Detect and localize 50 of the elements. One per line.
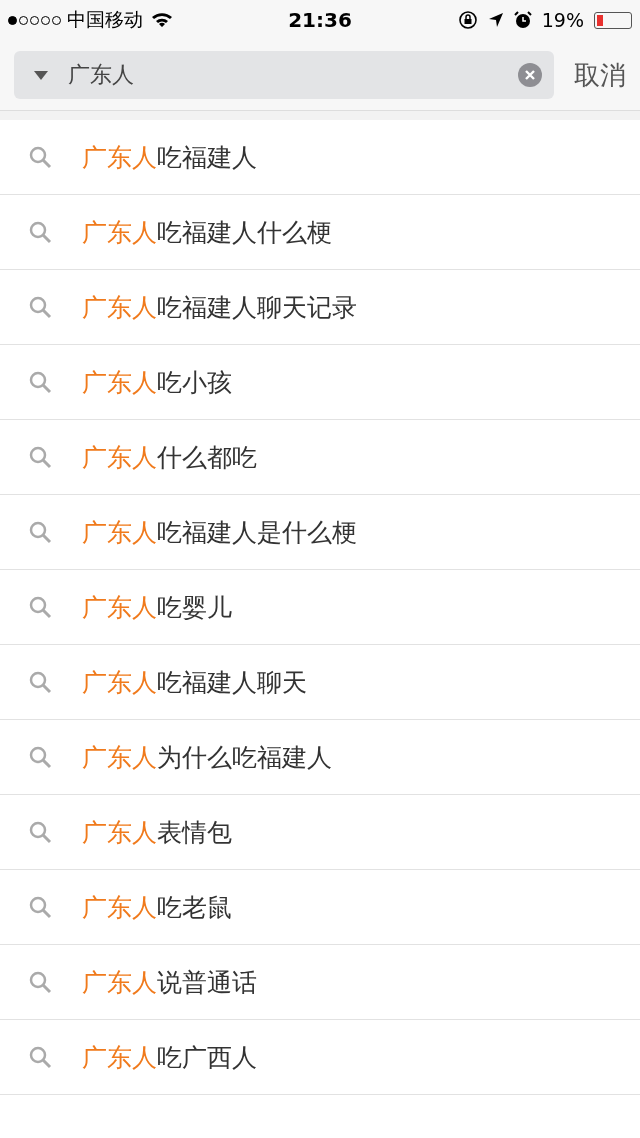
- search-icon: [28, 745, 52, 769]
- search-icon: [28, 520, 52, 544]
- suggestion-item[interactable]: 广东人吃广西人: [0, 1020, 640, 1095]
- clear-icon[interactable]: [518, 63, 542, 87]
- suggestion-text: 广东人吃福建人聊天记录: [82, 291, 357, 324]
- search-icon: [28, 370, 52, 394]
- location-arrow-icon: [487, 12, 504, 28]
- search-icon: [28, 445, 52, 469]
- suggestion-text: 广东人吃婴儿: [82, 591, 232, 624]
- alarm-clock-icon: [513, 11, 532, 29]
- search-icon: [28, 1045, 52, 1069]
- suggestion-item[interactable]: 广东人吃老鼠: [0, 870, 640, 945]
- suggestion-text: 广东人吃广西人: [82, 1041, 257, 1074]
- suggestion-item[interactable]: 广东人吃福建人什么梗: [0, 195, 640, 270]
- suggestion-item[interactable]: 广东人为什么吃福建人: [0, 720, 640, 795]
- suggestion-text: 广东人吃福建人聊天: [82, 666, 307, 699]
- search-icon: [28, 595, 52, 619]
- suggestion-text: 广东人吃小孩: [82, 366, 232, 399]
- suggestion-text: 广东人什么都吃: [82, 441, 257, 474]
- suggestion-item[interactable]: 广东人吃小孩: [0, 345, 640, 420]
- suggestion-item[interactable]: 广东人吃婴儿: [0, 570, 640, 645]
- suggestion-item[interactable]: 广东人什么都吃: [0, 420, 640, 495]
- suggestion-item[interactable]: 广东人说普通话: [0, 945, 640, 1020]
- suggestion-text: 广东人说普通话: [82, 966, 257, 999]
- search-icon: [28, 895, 52, 919]
- battery-percent: 19%: [541, 9, 584, 31]
- suggestion-text: 广东人吃福建人是什么梗: [82, 516, 357, 549]
- suggestion-text: 广东人吃老鼠: [82, 891, 232, 924]
- suggestion-text: 广东人吃福建人: [82, 141, 257, 174]
- suggestion-item[interactable]: 广东人表情包: [0, 795, 640, 870]
- wifi-icon: [151, 12, 173, 28]
- carrier-name: 中国移动: [67, 7, 143, 32]
- suggestion-item[interactable]: 广东人吃福建人聊天: [0, 645, 640, 720]
- suggestion-text: 广东人表情包: [82, 816, 232, 849]
- search-icon: [28, 820, 52, 844]
- suggestion-text: 广东人吃福建人什么梗: [82, 216, 332, 249]
- suggestion-item[interactable]: 广东人吃福建人是什么梗: [0, 495, 640, 570]
- cancel-button[interactable]: 取消: [574, 57, 626, 93]
- search-icon: [28, 970, 52, 994]
- suggestion-item[interactable]: 广东人吃福建人: [0, 120, 640, 195]
- search-field[interactable]: 广东人: [14, 51, 554, 99]
- search-icon: [28, 220, 52, 244]
- suggestion-item[interactable]: 广东人吃福建人聊天记录: [0, 270, 640, 345]
- rotation-lock-icon: [457, 10, 478, 30]
- search-icon: [28, 670, 52, 694]
- search-icon: [28, 145, 52, 169]
- dropdown-triangle-icon: [34, 70, 48, 80]
- search-icon: [28, 295, 52, 319]
- clock-time: 21:36: [288, 8, 352, 32]
- suggestion-text: 广东人为什么吃福建人: [82, 741, 332, 774]
